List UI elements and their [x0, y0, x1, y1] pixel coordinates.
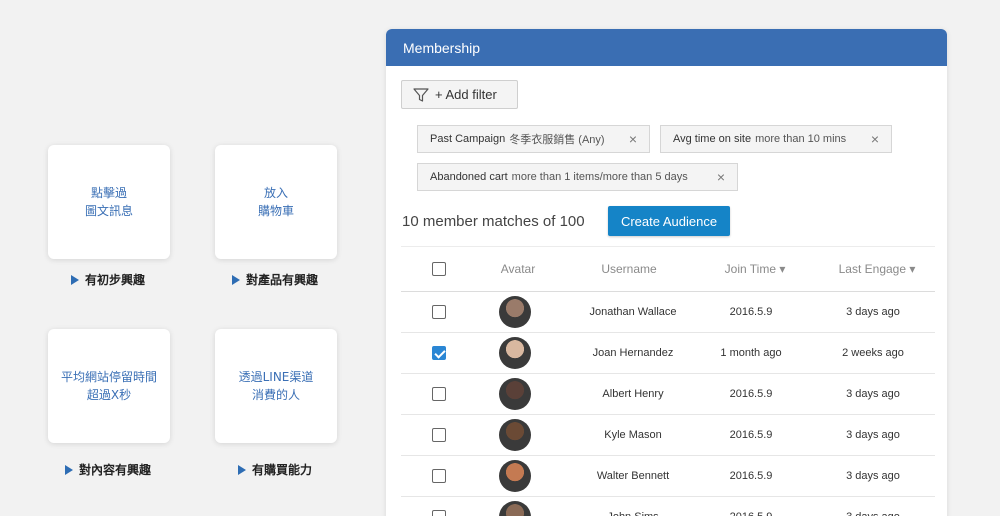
segment-caption-line-purchase: 有購買能力 [238, 461, 312, 478]
close-icon[interactable]: × [717, 170, 725, 184]
avatar [499, 419, 531, 451]
column-header-username[interactable]: Username [601, 262, 656, 276]
filter-chip-name: Abandoned cart [430, 171, 508, 183]
username-cell: Kyle Mason [604, 429, 662, 441]
row-checkbox[interactable] [432, 510, 446, 516]
avatar [499, 501, 531, 516]
table-row[interactable]: Joan Hernandez 1 month ago 2 weeks ago [401, 333, 935, 374]
username-cell: John Sims [607, 511, 658, 516]
avatar [499, 296, 531, 328]
avatar [499, 460, 531, 492]
username-cell: Albert Henry [602, 388, 664, 400]
row-checkbox[interactable] [432, 305, 446, 319]
filter-chip-name: Avg time on site [673, 133, 752, 145]
username-cell: Jonathan Wallace [589, 306, 677, 318]
triangle-icon [71, 274, 79, 285]
create-audience-button[interactable]: Create Audience [608, 206, 730, 236]
table-row[interactable]: Albert Henry 2016.5.9 3 days ago [401, 374, 935, 415]
table-row[interactable]: John Sims 2016.5.9 3 days ago [401, 497, 935, 516]
row-checkbox[interactable] [432, 428, 446, 442]
add-filter-button[interactable]: + Add filter [401, 80, 518, 109]
column-header-avatar: Avatar [500, 262, 536, 276]
last-engage-cell: 3 days ago [846, 388, 900, 400]
table-row[interactable]: Jonathan Wallace 2016.5.9 3 days ago [401, 292, 935, 333]
segment-card-time-on-site: 平均網站停留時間 超過X秒 [48, 329, 170, 443]
avatar [499, 337, 531, 369]
segment-caption-time-on-site: 對內容有興趣 [65, 461, 151, 478]
filter-chip-value: more than 1 items/more than 5 days [511, 171, 688, 183]
join-time-cell: 2016.5.9 [729, 306, 773, 318]
filter-chip-abandoned-cart[interactable]: Abandoned cart more than 1 items/more th… [417, 163, 738, 191]
close-icon[interactable]: × [871, 132, 879, 146]
segment-caption-clicked: 有初步興趣 [71, 271, 145, 288]
last-engage-cell: 3 days ago [846, 306, 900, 318]
filter-chip-value: 冬季衣服銷售 (Any) [509, 134, 605, 146]
username-cell: Walter Bennett [596, 470, 670, 482]
last-engage-cell: 3 days ago [846, 470, 900, 482]
member-table: Avatar Username Join Time ▾ Last Engage … [401, 246, 935, 516]
triangle-icon [238, 464, 246, 475]
membership-panel: Membership + Add filter Past Campaign 冬季… [386, 29, 947, 516]
select-all-checkbox[interactable] [432, 262, 446, 276]
segment-card-clicked: 點擊過 圖文訊息 [48, 145, 170, 259]
avatar [499, 378, 531, 410]
close-icon[interactable]: × [629, 132, 637, 146]
table-body: Jonathan Wallace 2016.5.9 3 days ago Joan H… [401, 292, 935, 516]
join-time-cell: 2016.5.9 [729, 388, 773, 400]
match-count-text: 10 member matches of 100 [402, 213, 585, 230]
table-row[interactable]: Kyle Mason 2016.5.9 3 days ago [401, 415, 935, 456]
username-cell: Joan Hernandez [592, 347, 674, 359]
join-time-cell: 2016.5.9 [729, 429, 773, 441]
table-header-row: Avatar Username Join Time ▾ Last Engage … [401, 247, 935, 292]
row-checkbox[interactable] [432, 469, 446, 483]
row-checkbox[interactable] [432, 346, 446, 360]
filter-icon [413, 87, 429, 102]
filter-chip-past-campaign[interactable]: Past Campaign 冬季衣服銷售 (Any) × [417, 125, 650, 153]
last-engage-cell: 3 days ago [846, 429, 900, 441]
join-time-cell: 2016.5.9 [730, 511, 773, 516]
segment-card-line-purchase: 透過LINE渠道 消費的人 [215, 329, 337, 443]
filter-chip-value: more than 10 mins [755, 133, 847, 145]
last-engage-cell: 3 days ago [846, 511, 900, 516]
triangle-icon [232, 274, 240, 285]
segment-caption-cart: 對產品有興趣 [232, 271, 318, 288]
table-row[interactable]: Walter Bennett 2016.5.9 3 days ago [401, 456, 935, 497]
last-engage-cell: 2 weeks ago [842, 347, 904, 359]
filter-chip-avg-time[interactable]: Avg time on site more than 10 mins × [660, 125, 892, 153]
triangle-icon [65, 464, 73, 475]
join-time-cell: 2016.5.9 [729, 470, 773, 482]
panel-header: Membership [386, 29, 947, 66]
column-header-last-engage[interactable]: Last Engage ▾ [839, 262, 916, 276]
filter-chip-name: Past Campaign [430, 133, 506, 145]
column-header-join-time[interactable]: Join Time ▾ [725, 262, 786, 276]
panel-title: Membership [403, 39, 481, 56]
segment-card-cart: 放入 購物車 [215, 145, 337, 259]
row-checkbox[interactable] [432, 387, 446, 401]
join-time-cell: 1 month ago [720, 347, 782, 359]
add-filter-label: + Add filter [435, 87, 497, 102]
